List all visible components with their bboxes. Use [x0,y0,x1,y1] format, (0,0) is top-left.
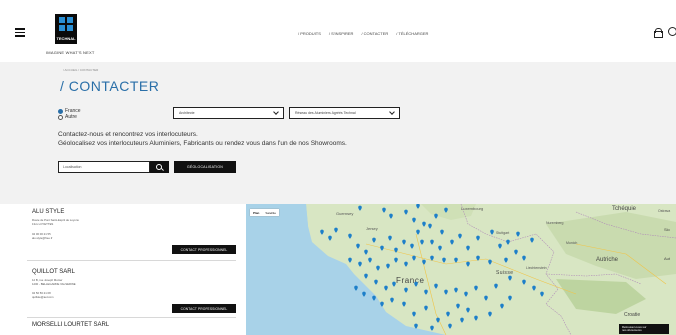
logo-mark-icon [59,17,73,31]
location-radio-group: France Autre [58,108,81,120]
map-label-jersey: Jersey [366,226,378,231]
divider [27,317,236,318]
result-contact: 04 00 00 21 55 alu.style@free.fr [32,232,53,241]
search-button[interactable] [150,161,169,173]
map-pin-icon[interactable] [372,295,376,301]
brand-logo[interactable]: TECHNAL [55,14,77,44]
map-label-munich: Munich [566,241,577,245]
nav-contacter[interactable]: / CONTACTER [361,31,388,36]
map-type-toggle[interactable]: Plan Satellite [250,209,280,216]
globe-icon[interactable] [668,27,676,36]
map-label-luxembourg: Luxembourg [461,206,483,211]
location-search-input[interactable]: Localisation [58,161,150,173]
map-label-stuttgart: Stuttgart [496,231,509,235]
channel-water [246,204,308,228]
divider [27,260,236,261]
radio-selected-icon[interactable] [58,108,63,114]
map-type-plan[interactable]: Plan [250,209,262,216]
result-name: QUILLOT SARL [32,269,75,275]
network-select[interactable]: Réseau des Aluminiers Agréés Technal [289,107,400,119]
logo-text: TECHNAL [56,36,76,41]
map-label-slo: Slo [664,227,671,232]
site-header: TECHNAL IMAGINE WHAT'S NEXT / PRODUITS /… [0,0,676,62]
map-label-guernsey: Guernsey [336,211,353,216]
map-label-ostrava: Ostrava [658,209,670,213]
contact-pro-button[interactable]: CONTACT PROFESSIONNEL [172,304,236,313]
results-list[interactable]: ALU STYLE Route de Pont Saint-Esprit de … [0,204,246,335]
radio-autre[interactable]: Autre [58,114,81,120]
nav-telecharger[interactable]: / TÉLÉCHARGER [396,31,428,36]
select-value: Architecte [179,111,195,115]
map-label-autriche: Autriche [596,257,619,263]
radio-unselected-icon[interactable] [58,114,63,120]
result-address: Route de Pont Saint-Esprit de Loyons 13x… [32,218,79,227]
select-value: Réseau des Aluminiers Agréés Technal [295,111,356,115]
geolocation-button[interactable]: GÉOLOCALISATION [174,161,236,173]
intro-text: Contactez-nous et rencontrez vos interlo… [58,131,347,148]
lock-icon[interactable] [654,28,663,38]
result-name: MORSELLI LOURTET SARL [32,322,110,328]
dealer-map[interactable]: Guernsey Jersey France Suisse Luxembourg… [246,204,676,335]
intro-line-1: Contactez-nous et rencontrez vos interlo… [58,131,198,138]
main-nav: / PRODUITS / S'INSPIRER / CONTACTER / TÉ… [298,31,428,36]
nav-produits[interactable]: / PRODUITS [298,31,321,36]
map-label-liechtenstein: Liechtenstein [526,266,547,270]
map-label-france: France [396,276,425,285]
map-pin-icon[interactable] [362,291,366,297]
chevron-down-icon [273,109,279,115]
map-type-satellite[interactable]: Satellite [262,209,279,216]
result-name: ALU STYLE [32,209,65,215]
page-title: / CONTACTER [60,78,160,94]
result-address: 12 B, rue Joseph Monier 1200 - BELLEGARD… [32,278,76,287]
map-label-croatie: Croatie [624,312,640,318]
showroom-cta[interactable]: Retrouvez-nous sur nos showrooms [619,324,669,334]
map-label-aut: Aut [664,256,671,261]
nav-sinspirer[interactable]: / S'INSPIRER [329,31,354,36]
map-canvas[interactable]: Guernsey Jersey France Suisse Luxembourg… [246,204,676,335]
map-label-nuremberg: Nuremberg [546,221,564,225]
contact-pro-button[interactable]: CONTACT PROFESSIONNEL [172,245,236,254]
map-label-tcheque: Tchéquie [612,206,637,212]
map-pin-icon[interactable] [354,285,358,291]
profile-select[interactable]: Architecte [173,107,284,119]
map-label-suisse: Suisse [496,270,513,276]
radio-label: Autre [65,114,77,120]
menu-icon[interactable] [15,28,25,37]
brand-tagline: IMAGINE WHAT'S NEXT [46,50,95,55]
breadcrumb: / ACCUEIL / CONTACTER [63,68,99,72]
intro-line-2: Géolocalisez vos interlocuteurs Aluminie… [58,139,347,147]
result-contact: 04 50 56 21 08 quillote@aol.com [32,291,54,300]
chevron-down-icon [389,109,395,115]
